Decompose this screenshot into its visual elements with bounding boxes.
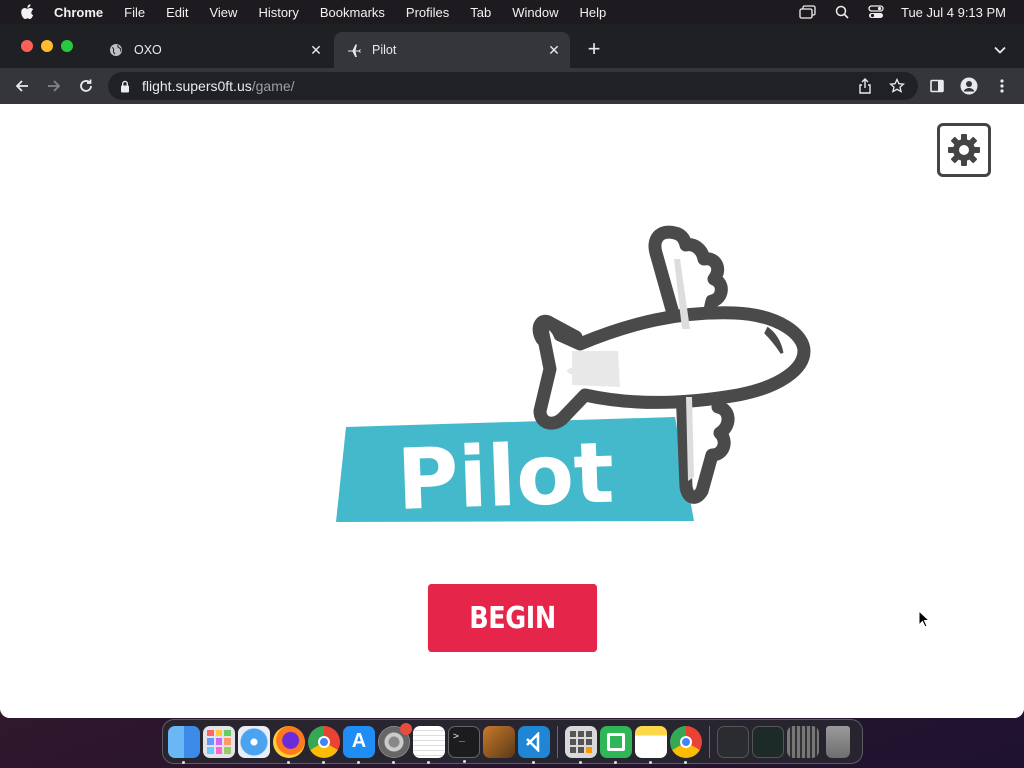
minimized-window-thumbnail[interactable] bbox=[787, 725, 819, 758]
minimize-window-button[interactable] bbox=[41, 40, 53, 52]
settings-button[interactable] bbox=[937, 123, 991, 177]
mouse-cursor-icon bbox=[918, 610, 930, 628]
airplane-icon bbox=[346, 42, 362, 58]
menu-view[interactable]: View bbox=[209, 5, 237, 20]
system-settings-icon[interactable] bbox=[378, 722, 412, 764]
profile-icon[interactable] bbox=[959, 76, 979, 96]
screen-mirroring-icon[interactable] bbox=[799, 5, 817, 19]
menu-tab[interactable]: Tab bbox=[470, 5, 491, 20]
menu-bar: Chrome File Edit View History Bookmarks … bbox=[0, 0, 1024, 24]
gear-icon bbox=[948, 134, 980, 166]
menu-app-name[interactable]: Chrome bbox=[54, 5, 103, 20]
menu-bookmarks[interactable]: Bookmarks bbox=[320, 5, 385, 20]
tab-search-chevron-icon[interactable] bbox=[993, 42, 1011, 56]
url-host: flight.supers0ft.us bbox=[142, 78, 252, 94]
dock: A >_ bbox=[162, 719, 863, 764]
trash-icon[interactable] bbox=[826, 725, 850, 758]
dock-separator bbox=[557, 725, 558, 758]
tab-pilot[interactable]: Pilot ✕ bbox=[334, 32, 570, 68]
vscode-icon[interactable] bbox=[518, 725, 550, 764]
zoom-window-button[interactable] bbox=[61, 40, 73, 52]
garageband-icon[interactable] bbox=[483, 725, 515, 758]
forward-arrow-icon[interactable] bbox=[44, 76, 64, 96]
safari-icon[interactable] bbox=[238, 725, 270, 758]
side-panel-icon[interactable] bbox=[927, 76, 947, 96]
close-tab-icon[interactable]: ✕ bbox=[546, 42, 562, 58]
launchpad-icon[interactable] bbox=[203, 725, 235, 758]
calculator-icon[interactable] bbox=[565, 725, 597, 764]
menu-edit[interactable]: Edit bbox=[166, 5, 188, 20]
close-tab-icon[interactable]: ✕ bbox=[308, 42, 324, 58]
firefox-icon[interactable] bbox=[273, 725, 305, 764]
finder-icon[interactable] bbox=[168, 725, 200, 764]
chrome-icon[interactable] bbox=[308, 725, 340, 764]
new-tab-icon[interactable]: + bbox=[584, 38, 604, 60]
menu-profiles[interactable]: Profiles bbox=[406, 5, 449, 20]
notes-icon[interactable] bbox=[635, 725, 667, 764]
globe-icon bbox=[108, 42, 124, 58]
tab-title: Pilot bbox=[372, 43, 397, 57]
begin-button[interactable]: BEGIN bbox=[427, 584, 598, 652]
tab-title: OXO bbox=[134, 43, 162, 57]
spotlight-search-icon[interactable] bbox=[833, 5, 851, 19]
back-arrow-icon[interactable] bbox=[12, 76, 32, 96]
control-center-icon[interactable] bbox=[867, 5, 885, 19]
bookmark-star-icon[interactable] bbox=[889, 78, 905, 94]
browser-window: OXO ✕ Pilot ✕ + flight.supers0ft.us /gam… bbox=[0, 24, 1024, 718]
address-bar[interactable]: flight.supers0ft.us/game/ bbox=[108, 72, 918, 100]
menu-history[interactable]: History bbox=[258, 5, 298, 20]
logo-text: Pilot bbox=[395, 423, 615, 529]
game-page: Pilot BEGIN bbox=[0, 104, 1024, 718]
kebab-menu-icon[interactable] bbox=[992, 76, 1012, 96]
browser-toolbar: flight.supers0ft.us/game/ bbox=[0, 68, 1024, 104]
tab-oxo[interactable]: OXO ✕ bbox=[96, 32, 332, 68]
pilot-logo: Pilot bbox=[336, 225, 811, 529]
minimized-window-thumbnail[interactable] bbox=[717, 725, 749, 758]
menu-clock[interactable]: Tue Jul 4 9:13 PM bbox=[901, 5, 1006, 20]
dock-separator bbox=[709, 725, 710, 758]
numbers-icon[interactable] bbox=[600, 725, 632, 764]
minimized-window-thumbnail[interactable] bbox=[752, 725, 784, 758]
app-store-icon[interactable]: A bbox=[343, 725, 375, 764]
tab-strip: OXO ✕ Pilot ✕ + bbox=[0, 24, 1024, 68]
menu-window[interactable]: Window bbox=[512, 5, 558, 20]
apple-icon[interactable] bbox=[20, 4, 36, 20]
share-icon[interactable] bbox=[857, 78, 873, 94]
textedit-icon[interactable] bbox=[413, 725, 445, 764]
terminal-icon[interactable]: >_ bbox=[448, 725, 480, 763]
close-window-button[interactable] bbox=[21, 40, 33, 52]
url-path: /game/ bbox=[251, 78, 295, 94]
lock-icon[interactable] bbox=[120, 79, 132, 93]
window-controls bbox=[21, 40, 73, 52]
menu-help[interactable]: Help bbox=[580, 5, 607, 20]
reload-icon[interactable] bbox=[76, 76, 96, 96]
chrome-icon[interactable] bbox=[670, 725, 702, 764]
menu-file[interactable]: File bbox=[124, 5, 145, 20]
